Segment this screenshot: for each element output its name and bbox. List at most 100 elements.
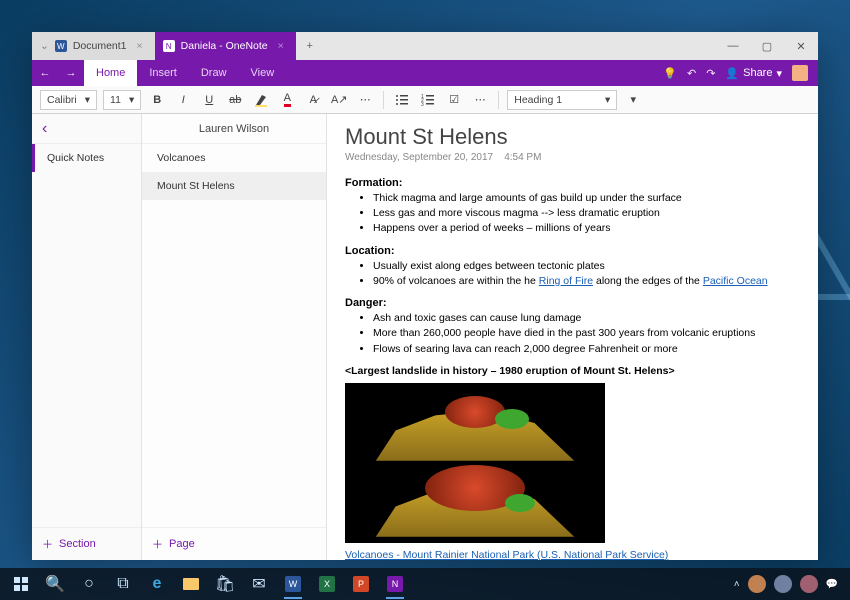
clear-formatting-button[interactable]: A̷ (303, 90, 323, 110)
note-timestamp: Wednesday, September 20, 2017 4:54 PM (345, 152, 800, 163)
tray-chevron-icon[interactable]: ˄ (734, 579, 740, 590)
onenote-icon: N (163, 40, 175, 52)
paragraph-more-button[interactable]: ⋯ (470, 90, 490, 110)
list-item: Usually exist along edges between tecton… (373, 259, 800, 274)
more-formatting-button[interactable]: ⋯ (355, 90, 375, 110)
note-canvas[interactable]: Mount St Helens Wednesday, September 20,… (327, 114, 818, 560)
font-size-select[interactable]: 11▾ (103, 90, 141, 110)
system-tray[interactable]: ˄ 💬 (734, 575, 844, 593)
add-section-label: Section (59, 538, 96, 550)
italic-button[interactable]: I (173, 90, 193, 110)
add-page-button[interactable]: ＋ Page (142, 527, 326, 560)
window-tab-onenote[interactable]: N Daniela - OneNote × (155, 32, 296, 60)
section-item-quick-notes[interactable]: Quick Notes (32, 144, 141, 172)
new-tab-button[interactable]: + (296, 32, 324, 60)
onenote-window: ⌄ W Document1 × N Daniela - OneNote × + … (32, 32, 818, 560)
onenote-taskbar-icon[interactable]: N (380, 569, 410, 599)
underline-button[interactable]: U (199, 90, 219, 110)
danger-heading: Danger: (345, 297, 800, 309)
tray-contact-icon[interactable] (774, 575, 792, 593)
list-item: Happens over a period of weeks – million… (373, 221, 800, 236)
svg-text:3: 3 (421, 102, 424, 107)
styles-more-button[interactable]: ▾ (623, 90, 643, 110)
start-button[interactable] (6, 569, 36, 599)
font-color-button[interactable]: A (277, 90, 297, 110)
nav-back-button[interactable]: ← (32, 60, 58, 86)
add-page-label: Page (169, 538, 195, 550)
embedded-image-volcano[interactable] (345, 383, 605, 543)
close-tab-icon[interactable]: × (278, 40, 284, 52)
excel-taskbar-icon[interactable]: X (312, 569, 342, 599)
font-family-select[interactable]: Calibri▾ (40, 90, 97, 110)
tab-chevron-icon: ⌄ (40, 40, 49, 52)
file-explorer-icon[interactable] (176, 569, 206, 599)
note-title[interactable]: Mount St Helens (345, 124, 800, 150)
ribbon-tab-insert[interactable]: Insert (137, 60, 189, 86)
back-icon[interactable]: ‹ (42, 120, 47, 138)
image-source-link[interactable]: Volcanoes - Mount Rainier National Park … (345, 549, 668, 560)
ribbon-header: ← → Home Insert Draw View 💡 ↶ ↷ 👤 Share … (32, 60, 818, 86)
nav-forward-button[interactable]: → (58, 60, 84, 86)
page-item-volcanoes[interactable]: Volcanoes (142, 144, 326, 172)
close-window-button[interactable]: ✕ (784, 32, 818, 60)
lightbulb-icon[interactable]: 💡 (663, 67, 677, 80)
search-button[interactable]: 🔍 (40, 569, 70, 599)
share-label: Share (743, 67, 772, 79)
user-avatar[interactable] (792, 65, 808, 81)
format-painter-button[interactable]: A↗ (329, 90, 349, 110)
sections-header[interactable]: ‹ (32, 114, 141, 144)
list-item: More than 260,000 people have died in th… (373, 326, 800, 341)
powerpoint-taskbar-icon[interactable]: P (346, 569, 376, 599)
bullet-list-button[interactable] (392, 90, 412, 110)
edge-icon[interactable]: e (142, 569, 172, 599)
location-heading: Location: (345, 245, 800, 257)
ribbon-tab-home[interactable]: Home (84, 60, 137, 86)
minimize-button[interactable]: — (716, 32, 750, 60)
chevron-down-icon: ▾ (776, 67, 782, 80)
cortana-button[interactable]: ○ (74, 569, 104, 599)
ribbon-tab-draw[interactable]: Draw (189, 60, 239, 86)
formation-heading: Formation: (345, 177, 800, 189)
checkbox-list-button[interactable]: ☑ (444, 90, 464, 110)
heading-style-select[interactable]: Heading 1▾ (507, 90, 617, 110)
tab-label: Document1 (73, 40, 127, 52)
undo-icon[interactable]: ↶ (687, 67, 696, 80)
maximize-button[interactable]: ▢ (750, 32, 784, 60)
list-item: Ash and toxic gases can cause lung damag… (373, 311, 800, 326)
share-button[interactable]: 👤 Share ▾ (725, 67, 782, 80)
mail-icon[interactable]: ✉ (244, 569, 274, 599)
chevron-down-icon: ▾ (605, 94, 610, 106)
page-item-mount-st-helens[interactable]: Mount St Helens (142, 172, 326, 200)
list-item: Thick magma and large amounts of gas bui… (373, 191, 800, 206)
list-item: Flows of searing lava can reach 2,000 de… (373, 342, 800, 357)
notebook-header[interactable]: Lauren Wilson (142, 114, 326, 144)
chevron-down-icon: ▾ (129, 94, 134, 106)
bold-button[interactable]: B (147, 90, 167, 110)
strikethrough-button[interactable]: ab (225, 90, 245, 110)
ring-of-fire-link[interactable]: Ring of Fire (539, 275, 593, 287)
close-tab-icon[interactable]: × (137, 40, 143, 52)
task-view-button[interactable]: ⧉ (108, 569, 138, 599)
pacific-ocean-link[interactable]: Pacific Ocean (703, 275, 768, 287)
tab-label: Daniela - OneNote (181, 40, 268, 52)
list-item: Less gas and more viscous magma --> less… (373, 206, 800, 221)
windows-taskbar: 🔍 ○ ⧉ e 🛍 ✉ W X P N ˄ 💬 (0, 568, 850, 600)
numbered-list-button[interactable]: 123 (418, 90, 438, 110)
notifications-icon[interactable]: 💬 (826, 579, 838, 590)
tray-contact-icon[interactable] (800, 575, 818, 593)
ribbon-tab-view[interactable]: View (239, 60, 287, 86)
redo-icon[interactable]: ↷ (706, 67, 715, 80)
store-icon[interactable]: 🛍 (210, 569, 240, 599)
window-tab-document1[interactable]: ⌄ W Document1 × (32, 32, 155, 60)
highlight-button[interactable] (251, 90, 271, 110)
formatting-toolbar: Calibri▾ 11▾ B I U ab A A̷ A↗ ⋯ 123 ☑ ⋯ … (32, 86, 818, 114)
list-item: 90% of volcanoes are within the he Ring … (373, 274, 800, 289)
word-taskbar-icon[interactable]: W (278, 569, 308, 599)
pages-panel: Lauren Wilson Volcanoes Mount St Helens … (142, 114, 327, 560)
word-icon: W (55, 40, 67, 52)
share-icon: 👤 (725, 67, 739, 80)
add-section-button[interactable]: ＋ Section (32, 527, 141, 560)
chevron-down-icon: ▾ (85, 94, 90, 106)
tray-contact-icon[interactable] (748, 575, 766, 593)
window-titlebar: ⌄ W Document1 × N Daniela - OneNote × + … (32, 32, 818, 60)
